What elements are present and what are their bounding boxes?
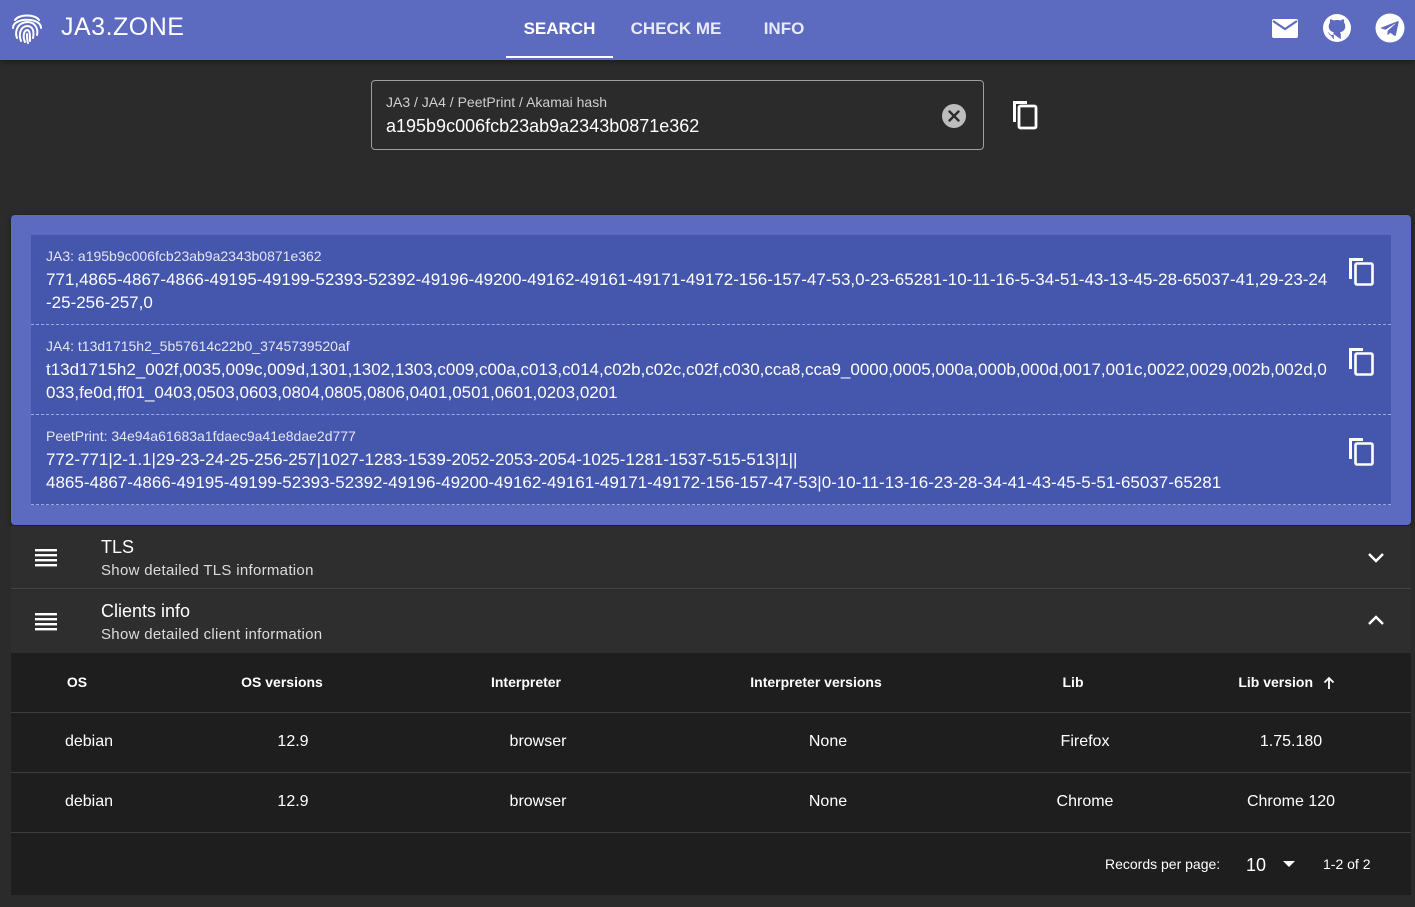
copy-hash-icon[interactable] bbox=[1008, 97, 1042, 131]
mail-icon[interactable] bbox=[1269, 12, 1301, 44]
tab-search[interactable]: SEARCH bbox=[506, 0, 613, 58]
table-row[interactable]: debian 12.9 browser None Chrome Chrome 1… bbox=[11, 773, 1411, 833]
tls-panel-title: TLS bbox=[101, 537, 135, 557]
app-title[interactable]: JA3.ZONE bbox=[61, 13, 184, 42]
search-field-label: JA3 / JA4 / PeetPrint / Akamai hash bbox=[386, 94, 607, 110]
cell-lib: Chrome bbox=[1056, 793, 1114, 810]
ja3-fingerprint-item: JA3: a195b9c006fcb23ab9a2343b0871e362 77… bbox=[31, 235, 1391, 325]
cell-lib: Firefox bbox=[1060, 733, 1110, 750]
cell-interpreter: browser bbox=[509, 733, 567, 750]
cell-os: debian bbox=[64, 793, 114, 810]
table-header-row: OS OS versions Interpreter Interpreter v… bbox=[11, 653, 1411, 713]
ja4-fingerprint-item: JA4: t13d1715h2_5b57614c22b0_3745739520a… bbox=[31, 325, 1391, 415]
records-per-page-value: 10 bbox=[1246, 855, 1267, 875]
column-header-lib-version[interactable]: Lib version bbox=[1223, 674, 1313, 690]
peetprint-full-string: 772-771|2-1.1|29-23-24-25-256-257|1027-1… bbox=[46, 450, 1222, 492]
cell-os-versions: 12.9 bbox=[277, 733, 309, 750]
tab-info[interactable]: INFO bbox=[748, 0, 820, 58]
pagination-info: 1-2 of 2 bbox=[1323, 856, 1371, 872]
hash-search-field[interactable]: JA3 / JA4 / PeetPrint / Akamai hash bbox=[371, 80, 984, 150]
clear-search-icon[interactable] bbox=[941, 103, 967, 129]
cell-interpreter: browser bbox=[509, 793, 567, 810]
fingerprint-results-panel: JA3: a195b9c006fcb23ab9a2343b0871e362 77… bbox=[11, 215, 1411, 525]
tab-check-me[interactable]: CHECK ME bbox=[622, 0, 730, 58]
column-header-os-versions[interactable]: OS versions bbox=[212, 674, 352, 690]
column-header-lib[interactable]: Lib bbox=[1033, 674, 1113, 690]
cell-interpreter-versions: None bbox=[808, 793, 848, 810]
ja4-full-string: t13d1715h2_002f,0035,009c,009d,1301,1302… bbox=[46, 360, 1327, 402]
column-header-os[interactable]: OS bbox=[35, 674, 119, 690]
tls-expansion-panel[interactable]: TLS Show detailed TLS information bbox=[11, 526, 1411, 589]
peetprint-fingerprint-item: PeetPrint: 34e94a61683a1fdaec9a41e8dae2d… bbox=[31, 415, 1391, 505]
column-header-interpreter[interactable]: Interpreter bbox=[466, 674, 586, 690]
copy-peetprint-icon[interactable] bbox=[1346, 435, 1376, 467]
github-icon[interactable] bbox=[1321, 12, 1353, 44]
list-icon bbox=[35, 613, 57, 631]
records-per-page-select[interactable]: 10 bbox=[1243, 853, 1303, 877]
ja3-hash-label: JA3: a195b9c006fcb23ab9a2343b0871e362 bbox=[46, 248, 322, 264]
ja4-hash-label: JA4: t13d1715h2_5b57614c22b0_3745739520a… bbox=[46, 338, 350, 354]
clients-panel-title: Clients info bbox=[101, 601, 191, 621]
telegram-icon[interactable] bbox=[1374, 12, 1406, 44]
peetprint-hash-label: PeetPrint: 34e94a61683a1fdaec9a41e8dae2d… bbox=[46, 428, 356, 444]
sort-ascending-icon[interactable] bbox=[1321, 675, 1337, 691]
clients-table: OS OS versions Interpreter Interpreter v… bbox=[11, 653, 1411, 895]
dropdown-caret-icon bbox=[1283, 861, 1295, 867]
list-icon bbox=[35, 549, 57, 567]
fingerprint-logo-icon[interactable] bbox=[10, 11, 44, 45]
table-row[interactable]: debian 12.9 browser None Firefox 1.75.18… bbox=[11, 713, 1411, 773]
top-app-bar: JA3.ZONE SEARCH CHECK ME INFO bbox=[0, 0, 1415, 60]
clients-panel-subtitle: Show detailed client information bbox=[101, 626, 323, 643]
copy-ja3-icon[interactable] bbox=[1346, 255, 1376, 287]
cell-os-versions: 12.9 bbox=[277, 793, 309, 810]
hash-search-input[interactable] bbox=[386, 115, 926, 137]
cell-lib-version: 1.75.180 bbox=[1259, 733, 1323, 750]
chevron-down-icon[interactable] bbox=[1365, 546, 1387, 568]
tls-panel-subtitle: Show detailed TLS information bbox=[101, 562, 314, 579]
records-per-page-label: Records per page: bbox=[1105, 856, 1221, 872]
cell-interpreter-versions: None bbox=[808, 733, 848, 750]
chevron-up-icon[interactable] bbox=[1365, 610, 1387, 632]
cell-lib-version: Chrome 120 bbox=[1246, 793, 1336, 810]
copy-ja4-icon[interactable] bbox=[1346, 345, 1376, 377]
ja3-full-string: 771,4865-4867-4866-49195-49199-52393-523… bbox=[46, 270, 1328, 312]
clients-info-expansion-panel[interactable]: Clients info Show detailed client inform… bbox=[11, 590, 1411, 653]
column-header-interpreter-versions[interactable]: Interpreter versions bbox=[716, 674, 916, 690]
cell-os: debian bbox=[64, 733, 114, 750]
